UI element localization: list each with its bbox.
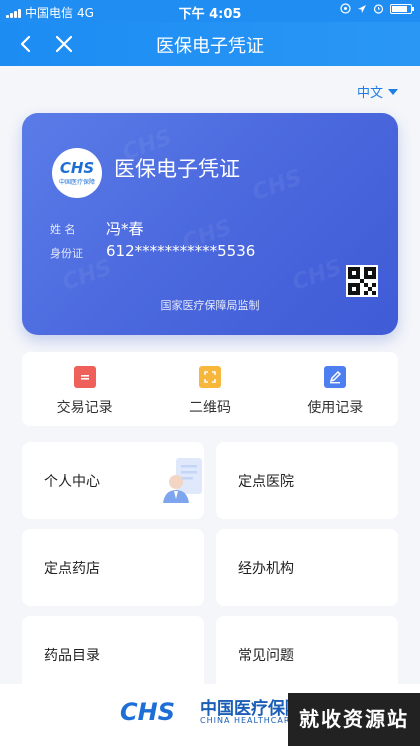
usage-records-button[interactable]: 使用记录	[273, 352, 398, 426]
tile-label: 常见问题	[238, 648, 294, 664]
id-label: 身份证	[50, 247, 83, 260]
language-label: 中文	[356, 86, 383, 101]
logo-subtext: 中国医疗保障	[58, 179, 95, 186]
qr-scan-icon	[198, 366, 221, 388]
overlay-watermark: 就收资源站	[288, 693, 420, 746]
name-value: 冯*春	[106, 220, 144, 238]
personal-center-tile[interactable]: 个人中心	[22, 442, 204, 519]
id-value: 612***********5536	[106, 242, 256, 260]
nav-bar: 医保电子凭证	[0, 22, 420, 66]
designated-pharmacy-tile[interactable]: 定点药店	[22, 529, 204, 606]
alarm-icon	[373, 4, 384, 14]
action-label: 使用记录	[307, 400, 364, 416]
action-label: 二维码	[188, 400, 231, 416]
card-title: 医保电子凭证	[114, 157, 240, 181]
supervision-text: 国家医疗保障局监制	[160, 299, 260, 312]
faq-tile[interactable]: 常见问题	[216, 616, 398, 693]
status-bar: 中国电信 4G 下午 4:05	[0, 0, 420, 22]
chs-logo: CHS 中国医疗保障	[52, 148, 102, 198]
tile-label: 药品目录	[44, 648, 100, 664]
location-icon	[358, 4, 366, 13]
page-title: 医保电子凭证	[156, 36, 264, 57]
name-label: 姓 名	[50, 223, 76, 236]
qr-code-button[interactable]: 二维码	[147, 352, 272, 426]
action-label: 交易记录	[56, 400, 113, 416]
card-watermark: CHS	[249, 165, 306, 206]
caret-down-icon	[388, 88, 398, 95]
designated-hospital-tile[interactable]: 定点医院	[216, 442, 398, 519]
rotation-lock-icon	[340, 3, 351, 14]
edit-icon	[324, 366, 347, 388]
person-document-icon	[163, 458, 202, 503]
battery-icon	[390, 3, 414, 14]
card-watermark: CHS	[289, 255, 346, 296]
drug-catalog-tile[interactable]: 药品目录	[22, 616, 204, 693]
tile-label: 定点药店	[44, 561, 100, 577]
card-watermark: CHS	[59, 255, 116, 296]
action-row: 交易记录 二维码 使用记录	[22, 352, 398, 426]
tile-label: 经办机构	[238, 561, 294, 577]
tile-label: 定点医院	[238, 474, 294, 490]
logo-text: CHS	[59, 159, 95, 177]
qr-code-icon[interactable]	[346, 265, 378, 297]
document-icon	[73, 366, 96, 388]
transaction-records-button[interactable]: 交易记录	[22, 352, 147, 426]
tile-label: 个人中心	[44, 474, 100, 490]
footer-logo: CHS	[120, 698, 175, 726]
language-selector[interactable]: 中文	[357, 82, 398, 101]
insurance-card: CHS CHS CHS CHS CHS CHS 中国医疗保障 医保电子凭证 姓 …	[22, 113, 398, 335]
agency-tile[interactable]: 经办机构	[216, 529, 398, 606]
